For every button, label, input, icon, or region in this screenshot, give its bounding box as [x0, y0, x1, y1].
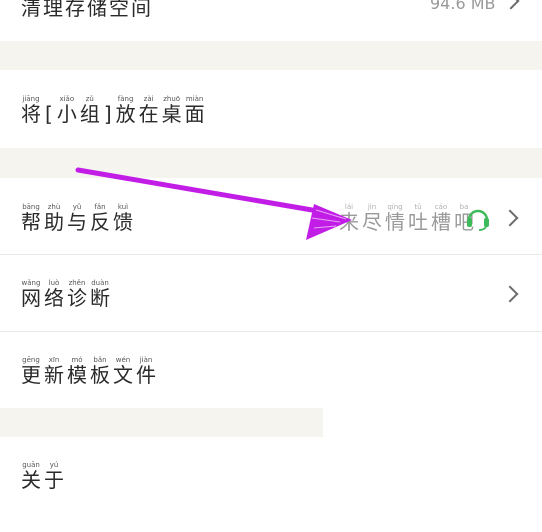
- hanzi-text: 于: [44, 468, 64, 492]
- hanzi-text: 尽: [362, 210, 382, 234]
- add-to-desktop-row[interactable]: jiāng 将[xiǎo 小 zǔ 组] fàng 放 zài 在 zhuō 桌 miàn 面: [0, 70, 542, 148]
- ruby-char: bǎn 板: [90, 356, 110, 386]
- hanzi-text: 文: [113, 363, 133, 387]
- ruby-char: lái 来: [339, 203, 359, 233]
- ruby-char: guān 关: [21, 461, 41, 491]
- ruby-char: cáo 槽: [431, 203, 451, 233]
- ruby-char: luò 络: [44, 279, 64, 309]
- hanzi-text: 小: [56, 102, 77, 126]
- ruby-char: fàng 放: [116, 95, 136, 125]
- feedback-hint-text: lái 来 jìn 尽 qíng 情 tǔ 吐 cáo 槽 ba 吧: [339, 203, 477, 233]
- ruby-char: tǔ 吐: [408, 203, 428, 233]
- hanzi-text: 组: [79, 102, 100, 126]
- hanzi-text: 帮: [21, 210, 41, 234]
- ruby-char: jiàn 件: [136, 356, 156, 386]
- network-diagnosis-row[interactable]: wǎng 网 luò 络 zhěn 诊 duàn 断: [0, 255, 542, 331]
- hanzi-text: 情: [385, 210, 405, 234]
- hanzi-text: 络: [44, 286, 64, 310]
- hanzi-text: 桌: [161, 102, 182, 126]
- hanzi-text: 面: [184, 102, 205, 126]
- hanzi-text: 断: [90, 286, 110, 310]
- storage-size-value: 94.6 MB: [430, 0, 496, 13]
- hanzi-text: 将: [21, 102, 41, 126]
- hanzi-text: 件: [136, 363, 156, 387]
- hanzi-text: 放: [115, 102, 136, 126]
- ruby-char: wǎng 网: [21, 279, 41, 309]
- hanzi-text: 馈: [113, 210, 133, 234]
- clear-storage-row[interactable]: 清理存储空间 94.6 MB: [0, 0, 542, 41]
- hanzi-text: 板: [90, 363, 110, 387]
- ruby-char: zhù 助: [44, 203, 64, 233]
- help-feedback-label: bāng 帮 zhù 助 yǔ 与 fǎn 反 kuì 馈: [21, 203, 136, 233]
- ruby-char: yǔ 与: [67, 203, 87, 233]
- hanzi-text: 更: [21, 363, 41, 387]
- ruby-char: fǎn 反: [90, 203, 110, 233]
- ruby-char: xīn 新: [44, 356, 64, 386]
- about-label: guān 关 yú 于: [21, 461, 67, 491]
- hanzi-text: 网: [21, 286, 41, 310]
- ruby-char: wén 文: [113, 356, 133, 386]
- ruby-char: gēng 更: [21, 356, 41, 386]
- ruby-char: jìn 尽: [362, 203, 382, 233]
- hanzi-text: ]: [103, 102, 112, 126]
- ruby-char: miàn 面: [185, 95, 205, 125]
- chevron-right-icon: [501, 209, 519, 227]
- headset-icon: [464, 204, 492, 236]
- ruby-char: jiāng 将: [21, 95, 41, 125]
- ruby-char: bāng 帮: [21, 203, 41, 233]
- hanzi-text: 槽: [431, 210, 451, 234]
- hanzi-text: 与: [67, 210, 87, 234]
- update-templates-row[interactable]: gēng 更 xīn 新 mó 模 bǎn 板 wén 文 jiàn 件: [0, 332, 542, 408]
- clear-storage-label: 清理存储空间: [21, 0, 153, 20]
- ruby-char: kuì 馈: [113, 203, 133, 233]
- help-feedback-row[interactable]: bāng 帮 zhù 助 yǔ 与 fǎn 反 kuì 馈 lái 来 jìn 尽 qíng 情 tǔ 吐 cáo…: [0, 178, 542, 254]
- ruby-char: zhěn 诊: [67, 279, 87, 309]
- background-patch: [323, 408, 542, 438]
- bracket-glyph: [: [44, 95, 54, 125]
- hanzi-text: 吐: [408, 210, 428, 234]
- hanzi-text: 在: [138, 102, 159, 126]
- hanzi-text: 新: [44, 363, 64, 387]
- hanzi-text: 诊: [67, 286, 87, 310]
- about-row[interactable]: guān 关 yú 于: [0, 437, 542, 532]
- bracket-glyph: ]: [103, 95, 113, 125]
- ruby-char: qíng 情: [385, 203, 405, 233]
- hanzi-text: 模: [67, 363, 87, 387]
- network-diagnosis-label: wǎng 网 luò 络 zhěn 诊 duàn 断: [21, 279, 113, 309]
- hanzi-text: 来: [339, 210, 359, 234]
- hanzi-text: 助: [44, 210, 64, 234]
- ruby-char: yú 于: [44, 461, 64, 491]
- hanzi-text: 反: [90, 210, 110, 234]
- ruby-char: mó 模: [67, 356, 87, 386]
- chevron-right-icon: [502, 0, 520, 10]
- ruby-char: zhuō 桌: [162, 95, 182, 125]
- hanzi-text: [: [45, 102, 53, 126]
- chevron-right-icon: [501, 285, 519, 303]
- ruby-char: xiǎo 小: [57, 95, 77, 125]
- add-to-desktop-label: jiāng 将[xiǎo 小 zǔ 组] fàng 放 zài 在 zhuō 桌 miàn 面: [21, 95, 208, 125]
- hanzi-text: 关: [21, 468, 41, 492]
- ruby-char: zài 在: [139, 95, 159, 125]
- ruby-char: zǔ 组: [80, 95, 100, 125]
- update-templates-label: gēng 更 xīn 新 mó 模 bǎn 板 wén 文 jiàn 件: [21, 356, 159, 386]
- ruby-char: duàn 断: [90, 279, 110, 309]
